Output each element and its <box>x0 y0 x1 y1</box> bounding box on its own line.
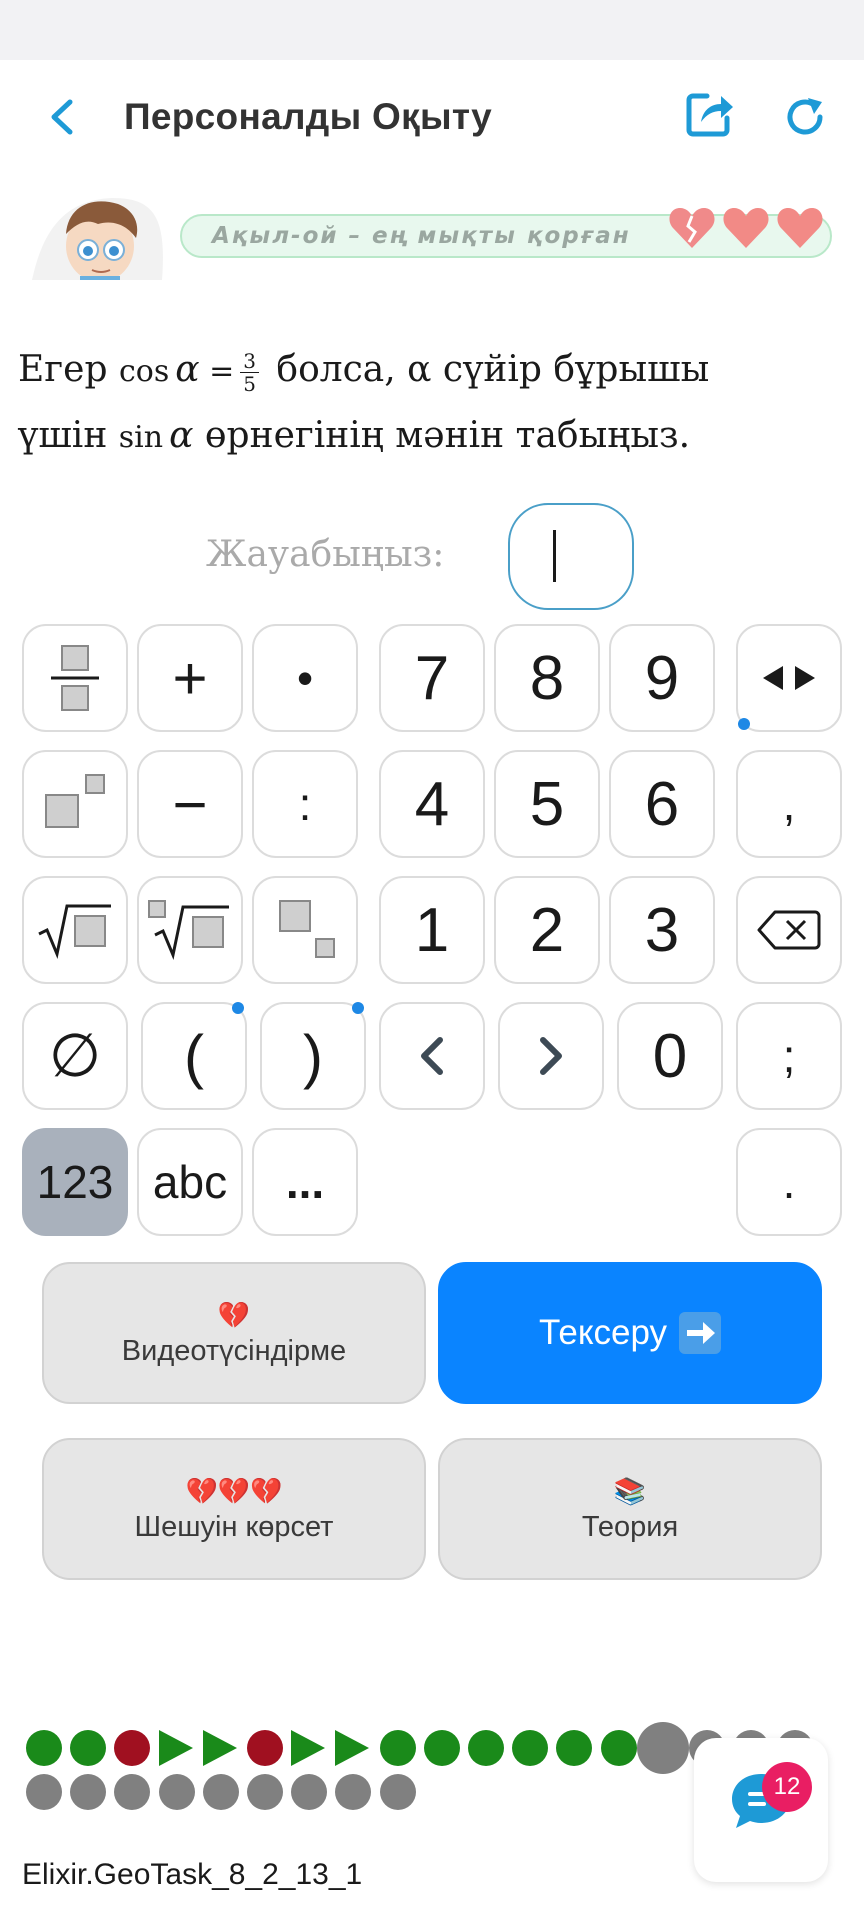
minus-key[interactable]: − <box>137 750 243 858</box>
cursor-right-key[interactable] <box>498 1002 604 1110</box>
digit-7-key[interactable]: 7 <box>379 624 485 732</box>
check-button-label: Тексеру <box>538 1313 668 1352</box>
progress-dot-green <box>556 1730 593 1766</box>
key-indicator-dot <box>352 1002 364 1014</box>
square-root-icon <box>38 904 111 960</box>
close-paren-key[interactable]: ) <box>260 1002 366 1110</box>
semicolon-key[interactable]: ; <box>736 1002 842 1110</box>
key-indicator-dot <box>738 718 750 730</box>
backspace-key[interactable] <box>736 876 842 984</box>
theory-label: Теория <box>581 1510 679 1543</box>
show-solution-label: Шешуін көрсет <box>134 1510 334 1543</box>
progress-dot-gray <box>636 1722 689 1774</box>
open-paren-key[interactable]: ( <box>141 1002 247 1110</box>
chevron-right-icon <box>540 1037 562 1075</box>
left-right-arrows-icon <box>763 666 815 690</box>
subscript-key[interactable] <box>252 876 358 984</box>
progress-dot-gray <box>291 1774 328 1810</box>
fraction-icon <box>51 645 99 711</box>
numbers-mode-key[interactable]: 123 <box>22 1128 128 1236</box>
task-id: Elixir.GeoTask_8_2_13_1 <box>22 1858 363 1891</box>
progress-triangle <box>291 1730 326 1766</box>
progress-dot-green <box>379 1730 416 1766</box>
backspace-icon <box>757 910 821 950</box>
digit-0-key[interactable]: 0 <box>617 1002 723 1110</box>
superscript-icon <box>45 774 105 828</box>
nth-root-key[interactable] <box>137 876 243 984</box>
digit-8-key[interactable]: 8 <box>494 624 600 732</box>
broken-hearts-icon: 💔💔💔 <box>185 1475 283 1506</box>
cursor-left-key[interactable] <box>379 1002 485 1110</box>
comma-key[interactable]: , <box>736 750 842 858</box>
progress-dot-green <box>70 1730 107 1766</box>
arrow-right-icon <box>679 1312 722 1354</box>
digit-3-key[interactable]: 3 <box>609 876 715 984</box>
broken-heart-icon: 💔 <box>217 1299 251 1330</box>
chevron-left-icon <box>421 1037 443 1075</box>
progress-dot-gray <box>158 1774 195 1810</box>
progress-dot-gray <box>335 1774 372 1810</box>
chat-badge: 12 <box>762 1762 812 1812</box>
progress-triangle <box>202 1730 237 1766</box>
period-key[interactable]: . <box>736 1128 842 1236</box>
progress-dot-gray <box>114 1774 151 1810</box>
division-colon-key[interactable]: : <box>252 750 358 858</box>
digit-2-key[interactable]: 2 <box>494 876 600 984</box>
math-keypad: + • 7 8 9 − : 4 5 6 , 1 2 3 ∅ () 0 ; 12… <box>0 0 864 1250</box>
progress-dot-red <box>247 1730 283 1766</box>
superscript-key[interactable] <box>22 750 128 858</box>
theory-button[interactable]: 📚 Теория <box>438 1438 822 1580</box>
progress-dot-gray <box>26 1774 62 1810</box>
digit-1-key[interactable]: 1 <box>379 876 485 984</box>
progress-dot-gray <box>379 1774 416 1810</box>
progress-dot-gray <box>247 1774 283 1810</box>
progress-triangle <box>158 1730 193 1766</box>
progress-dot-gray <box>70 1774 107 1810</box>
progress-dot-green <box>512 1730 549 1766</box>
sqrt-key[interactable] <box>22 876 128 984</box>
fraction-key[interactable] <box>22 624 128 732</box>
digit-9-key[interactable]: 9 <box>609 624 715 732</box>
progress-dot-red <box>114 1730 151 1766</box>
digit-4-key[interactable]: 4 <box>379 750 485 858</box>
check-button[interactable]: Тексеру <box>438 1262 822 1404</box>
progress-dot-green <box>600 1730 637 1766</box>
digit-5-key[interactable]: 5 <box>494 750 600 858</box>
cursor-move-key[interactable] <box>736 624 842 732</box>
show-solution-button[interactable]: 💔💔💔 Шешуін көрсет <box>42 1438 426 1580</box>
progress-dot-green <box>468 1730 504 1766</box>
empty-set-key[interactable]: ∅ <box>22 1002 128 1110</box>
books-icon: 📚 <box>613 1475 647 1506</box>
more-symbols-key[interactable]: ... <box>252 1128 358 1236</box>
subscript-icon <box>279 900 335 958</box>
multiply-dot-key[interactable]: • <box>252 624 358 732</box>
progress-dot-green <box>423 1730 460 1766</box>
progress-triangle <box>335 1730 370 1766</box>
digit-6-key[interactable]: 6 <box>609 750 715 858</box>
nth-root-icon <box>148 900 229 961</box>
video-explanation-button[interactable]: 💔 Видеотүсіндірме <box>42 1262 426 1404</box>
progress-dot-gray <box>202 1774 239 1810</box>
key-indicator-dot <box>232 1002 244 1014</box>
video-explanation-label: Видеотүсіндірме <box>121 1334 347 1367</box>
letters-mode-key[interactable]: abc <box>137 1128 243 1236</box>
progress-dot-green <box>26 1730 62 1766</box>
plus-key[interactable]: + <box>137 624 243 732</box>
